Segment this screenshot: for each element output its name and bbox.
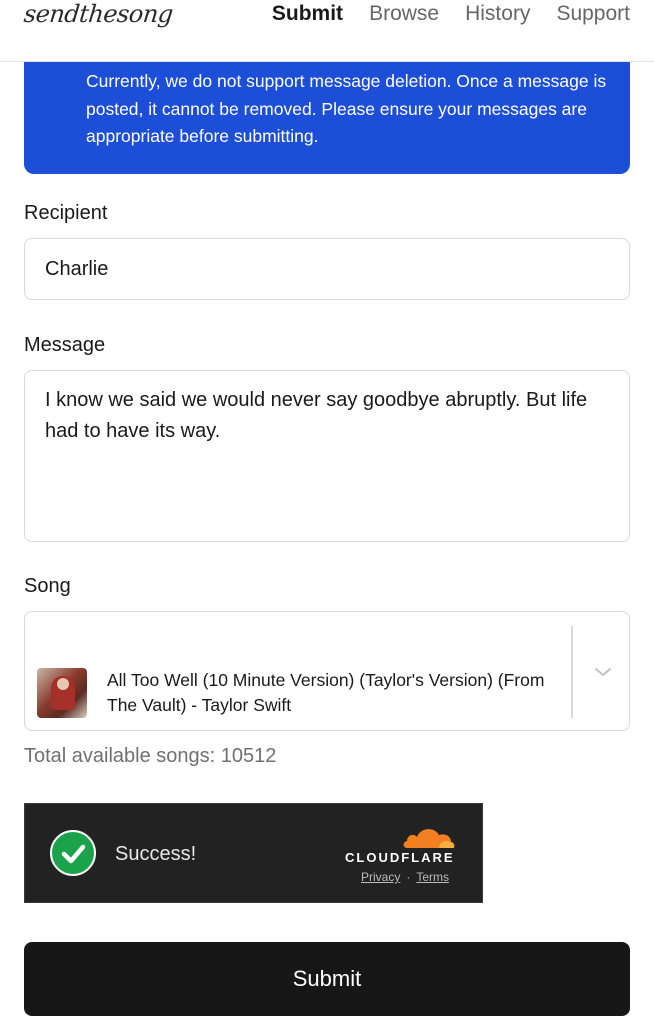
terms-link[interactable]: Terms (416, 870, 449, 884)
nav-support[interactable]: Support (556, 2, 630, 26)
notice-text: Currently, we do not support message del… (86, 71, 607, 146)
top-nav-bar: sendthesong Submit Browse History Suppor… (0, 0, 654, 62)
album-art-thumbnail (37, 668, 87, 718)
chevron-down-icon[interactable] (591, 660, 615, 684)
site-logo[interactable]: sendthesong (23, 0, 175, 28)
link-separator: · (406, 870, 411, 884)
cloudflare-wordmark: CLOUDFLARE (345, 850, 455, 865)
selected-song-title: All Too Well (10 Minute Version) (Taylor… (107, 670, 545, 715)
submit-button[interactable]: Submit (24, 942, 630, 1016)
success-check-icon (50, 830, 96, 876)
main-nav: Submit Browse History Support (272, 2, 630, 26)
cloudflare-cloud-icon (403, 829, 455, 848)
recipient-label: Recipient (24, 202, 108, 224)
captcha-status-text: Success! (115, 843, 197, 865)
song-select[interactable]: All Too Well (10 Minute Version) (Taylor… (24, 611, 630, 731)
nav-history[interactable]: History (465, 2, 530, 26)
privacy-link[interactable]: Privacy (361, 870, 400, 884)
captcha-links: Privacy · Terms (361, 870, 449, 884)
nav-browse[interactable]: Browse (369, 2, 439, 26)
message-label: Message (24, 334, 106, 356)
deletion-notice-banner: Currently, we do not support message del… (24, 62, 630, 174)
cloudflare-captcha-widget[interactable]: Success! CLOUDFLARE Privacy · Terms (24, 803, 483, 903)
select-divider (571, 626, 573, 718)
recipient-input[interactable] (24, 238, 630, 300)
message-textarea[interactable]: I know we said we would never say goodby… (24, 370, 630, 542)
nav-submit[interactable]: Submit (272, 2, 343, 26)
total-songs-count: Total available songs: 10512 (24, 745, 277, 767)
song-label: Song (24, 575, 71, 597)
